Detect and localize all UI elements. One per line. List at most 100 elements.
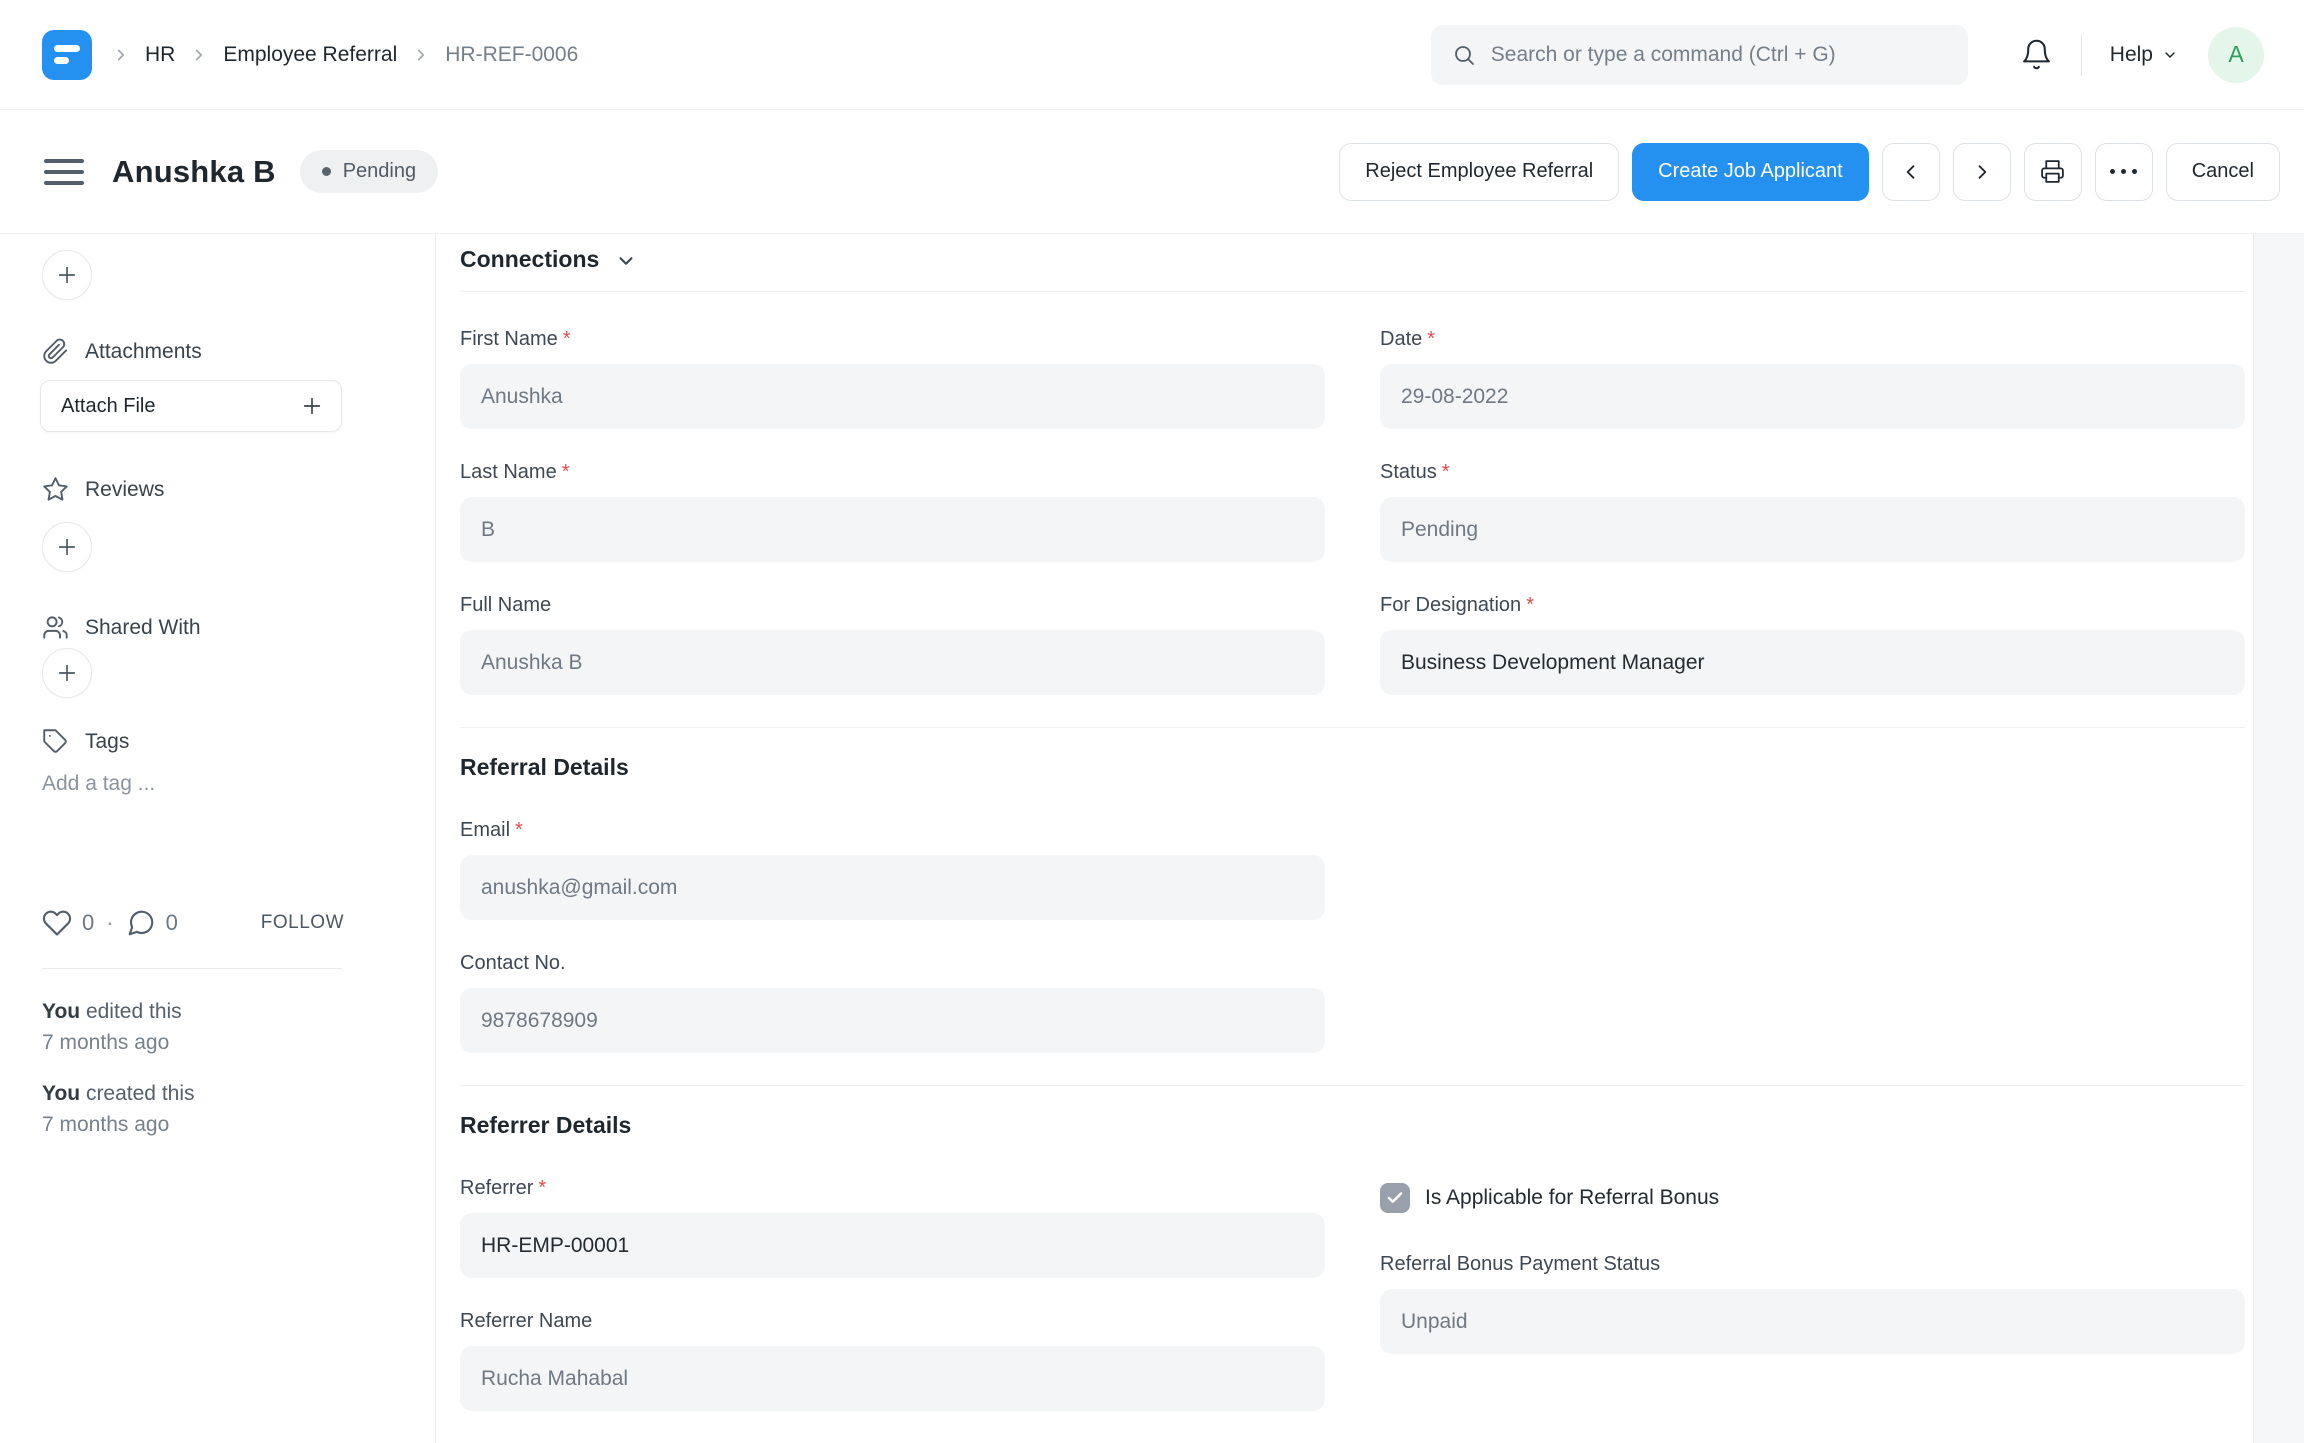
like-button[interactable]: 0: [42, 908, 94, 938]
chevron-left-icon: [1901, 162, 1921, 182]
cancel-button[interactable]: Cancel: [2166, 143, 2280, 201]
comments-button[interactable]: 0: [126, 908, 178, 938]
attachments-section-header: Attachments: [42, 338, 202, 365]
first-name-input[interactable]: Anushka: [460, 364, 1325, 429]
status-dot: [322, 167, 331, 176]
first-name-label: First Name*: [460, 328, 1325, 351]
chevron-right-icon: [190, 46, 208, 64]
referral-bonus-checkbox-field[interactable]: Is Applicable for Referral Bonus: [1380, 1183, 2245, 1213]
avatar-letter: A: [2228, 41, 2243, 68]
attachments-label: Attachments: [85, 340, 202, 364]
plus-icon: [301, 395, 323, 417]
required-marker: *: [563, 328, 571, 350]
plus-icon: [56, 662, 78, 684]
search-input[interactable]: Search or type a command (Ctrl + G): [1431, 25, 1968, 85]
more-options-button[interactable]: [2095, 143, 2153, 201]
contact-no-label: Contact No.: [460, 952, 1325, 975]
referral-bonus-checkbox-label: Is Applicable for Referral Bonus: [1425, 1186, 1719, 1210]
like-count: 0: [82, 910, 94, 936]
contact-no-input[interactable]: 9878678909: [460, 988, 1325, 1053]
form-sidebar: Attachments Attach File Reviews: [0, 234, 436, 1443]
reject-employee-referral-button[interactable]: Reject Employee Referral: [1339, 143, 1619, 201]
referrer-details-section: Referrer Details Referrer* HR-EMP-00001 …: [460, 1085, 2245, 1443]
add-tag-input[interactable]: Add a tag ...: [42, 772, 155, 796]
required-marker: *: [1442, 461, 1450, 483]
breadcrumb-employee-referral[interactable]: Employee Referral: [223, 43, 397, 67]
connections-section-toggle[interactable]: Connections: [460, 234, 2245, 292]
chevron-down-icon: [615, 247, 637, 272]
scroll-gutter: [2253, 234, 2304, 1443]
sidebar-divider: [42, 968, 342, 969]
bonus-payment-status-field: Referral Bonus Payment Status Unpaid: [1380, 1253, 2245, 1354]
comment-icon: [126, 908, 156, 938]
first-name-field: First Name* Anushka: [460, 328, 1325, 429]
printer-icon: [2040, 159, 2065, 184]
app-logo[interactable]: [42, 30, 92, 80]
checkbox-icon[interactable]: [1380, 1183, 1410, 1213]
activity-edited: You edited this 7 months ago: [42, 996, 182, 1058]
search-icon: [1452, 43, 1476, 67]
breadcrumb: HR Employee Referral HR-REF-0006: [112, 43, 578, 67]
ellipsis-icon: [2110, 169, 2137, 174]
plus-icon: [56, 264, 78, 286]
last-name-label: Last Name*: [460, 461, 1325, 484]
sidebar-toggle-button[interactable]: [44, 158, 84, 186]
for-designation-field: For Designation* Business Development Ma…: [1380, 594, 2245, 695]
attach-file-label: Attach File: [61, 395, 155, 418]
tags-section-header: Tags: [42, 728, 129, 755]
attach-file-button[interactable]: Attach File: [40, 380, 342, 432]
star-icon: [42, 476, 69, 503]
help-menu[interactable]: Help: [2110, 43, 2178, 67]
referrer-input[interactable]: HR-EMP-00001: [460, 1213, 1325, 1278]
logo-glyph: [54, 57, 69, 64]
hamburger-icon: [44, 158, 84, 186]
print-button[interactable]: [2024, 143, 2082, 201]
header-actions: Reject Employee Referral Create Job Appl…: [1339, 143, 2280, 201]
bell-icon: [2020, 38, 2053, 71]
avatar[interactable]: A: [2208, 27, 2264, 83]
create-job-applicant-button[interactable]: Create Job Applicant: [1632, 143, 1869, 201]
email-input[interactable]: anushka@gmail.com: [460, 855, 1325, 920]
add-share-button[interactable]: [42, 648, 92, 698]
status-badge-label: Pending: [343, 160, 416, 183]
referrer-name-input[interactable]: Rucha Mahabal: [460, 1346, 1325, 1411]
form-body: Connections First Name* Anushka Last Nam…: [436, 234, 2253, 1443]
shared-with-section-header: Shared With: [42, 614, 201, 641]
date-input[interactable]: 29-08-2022: [1380, 364, 2245, 429]
status-input[interactable]: Pending: [1380, 497, 2245, 562]
email-label: Email*: [460, 819, 1325, 842]
bonus-payment-status-input[interactable]: Unpaid: [1380, 1289, 2245, 1354]
plus-icon: [56, 536, 78, 558]
email-field: Email* anushka@gmail.com: [460, 819, 1325, 920]
required-marker: *: [538, 1177, 546, 1199]
shared-with-label: Shared With: [85, 616, 201, 640]
status-label: Status*: [1380, 461, 2245, 484]
follow-button[interactable]: FOLLOW: [261, 912, 344, 934]
assign-plus-button[interactable]: [42, 250, 92, 300]
next-record-button[interactable]: [1953, 143, 2011, 201]
navbar: HR Employee Referral HR-REF-0006 Search …: [0, 0, 2304, 110]
app-window: HR Employee Referral HR-REF-0006 Search …: [0, 0, 2304, 1443]
for-designation-input[interactable]: Business Development Manager: [1380, 630, 2245, 695]
chevron-right-icon: [1972, 162, 1992, 182]
tag-icon: [42, 728, 69, 755]
connections-title: Connections: [460, 246, 599, 273]
previous-record-button[interactable]: [1882, 143, 1940, 201]
search-placeholder: Search or type a command (Ctrl + G): [1491, 43, 1836, 67]
notifications-bell-button[interactable]: [2020, 38, 2053, 71]
comment-count: 0: [166, 910, 178, 936]
activity-created: You created this 7 months ago: [42, 1078, 195, 1140]
last-name-input[interactable]: B: [460, 497, 1325, 562]
page-title: Anushka B: [112, 154, 276, 190]
dot-separator: ·: [106, 910, 113, 936]
required-marker: *: [1427, 328, 1435, 350]
full-name-input[interactable]: Anushka B: [460, 630, 1325, 695]
breadcrumb-current: HR-REF-0006: [445, 43, 578, 67]
navbar-divider: [2081, 34, 2082, 76]
date-label: Date*: [1380, 328, 2245, 351]
tags-label: Tags: [85, 730, 129, 754]
breadcrumb-hr[interactable]: HR: [145, 43, 175, 67]
add-review-button[interactable]: [42, 522, 92, 572]
status-field: Status* Pending: [1380, 461, 2245, 562]
last-name-field: Last Name* B: [460, 461, 1325, 562]
